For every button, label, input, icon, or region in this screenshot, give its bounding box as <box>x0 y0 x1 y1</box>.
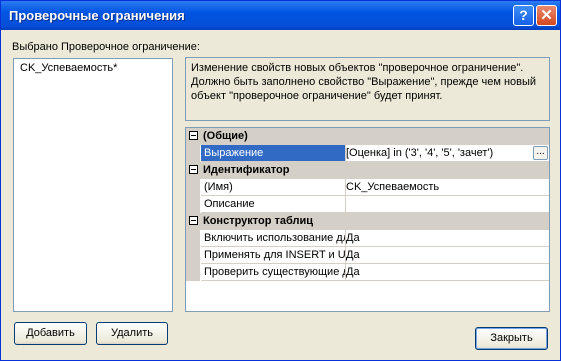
property-name[interactable]: Включить использование для <box>201 230 346 247</box>
property-row-apply[interactable]: Применять для INSERT и UPDATE Да <box>186 247 549 264</box>
category-label: (Общие) <box>203 130 248 142</box>
help-icon[interactable]: ? <box>513 5 534 26</box>
constraint-list[interactable]: CK_Успеваемость* <box>13 58 173 312</box>
description-value[interactable] <box>343 196 549 213</box>
dialog-window: Проверочные ограничения ? ✕ Выбрано Пров… <box>0 0 561 361</box>
property-row-check[interactable]: Проверить существующие данные Да <box>186 264 549 281</box>
add-button[interactable]: Добавить <box>14 322 87 345</box>
property-name[interactable]: Описание <box>201 196 346 213</box>
property-row-expression[interactable]: Выражение [Оценка] in ('3', '4', '5', 'з… <box>186 145 549 162</box>
expression-value[interactable]: [Оценка] in ('3', '4', '5', 'зачет') <box>343 145 549 162</box>
category-label: Идентификатор <box>203 164 290 176</box>
description-box: Изменение свойств новых объектов "провер… <box>185 57 550 121</box>
category-table-designer[interactable]: Конструктор таблиц <box>186 213 549 230</box>
property-name[interactable]: Проверить существующие данные <box>201 264 346 281</box>
property-row-description[interactable]: Описание <box>186 196 549 213</box>
title-bar[interactable]: Проверочные ограничения ? ✕ <box>1 1 560 30</box>
ellipsis-button[interactable]: ... <box>533 146 548 160</box>
list-item[interactable]: CK_Успеваемость* <box>20 62 117 74</box>
selected-constraint-label: Выбрано Проверочное ограничение: <box>12 41 200 53</box>
property-name[interactable]: (Имя) <box>201 179 346 196</box>
property-row-enable[interactable]: Включить использование для Да <box>186 230 549 247</box>
category-identity[interactable]: Идентификатор <box>186 162 549 179</box>
category-label: Конструктор таблиц <box>203 215 314 227</box>
collapse-icon[interactable] <box>189 165 198 174</box>
apply-value[interactable]: Да <box>343 247 549 264</box>
check-value[interactable]: Да <box>343 264 549 281</box>
property-name[interactable]: Выражение <box>201 145 346 162</box>
property-grid[interactable]: (Общие) Выражение [Оценка] in ('3', '4',… <box>185 127 550 312</box>
close-button[interactable]: Закрыть <box>475 327 548 350</box>
collapse-icon[interactable] <box>189 131 198 140</box>
collapse-icon[interactable] <box>189 216 198 225</box>
name-value[interactable]: CK_Успеваемость <box>343 179 549 196</box>
property-name[interactable]: Применять для INSERT и UPDATE <box>201 247 346 264</box>
property-row-name[interactable]: (Имя) CK_Успеваемость <box>186 179 549 196</box>
delete-button[interactable]: Удалить <box>96 322 168 345</box>
enable-value[interactable]: Да <box>343 230 549 247</box>
window-title: Проверочные ограничения <box>9 8 185 23</box>
close-icon[interactable]: ✕ <box>536 5 557 26</box>
category-general[interactable]: (Общие) <box>186 128 549 145</box>
